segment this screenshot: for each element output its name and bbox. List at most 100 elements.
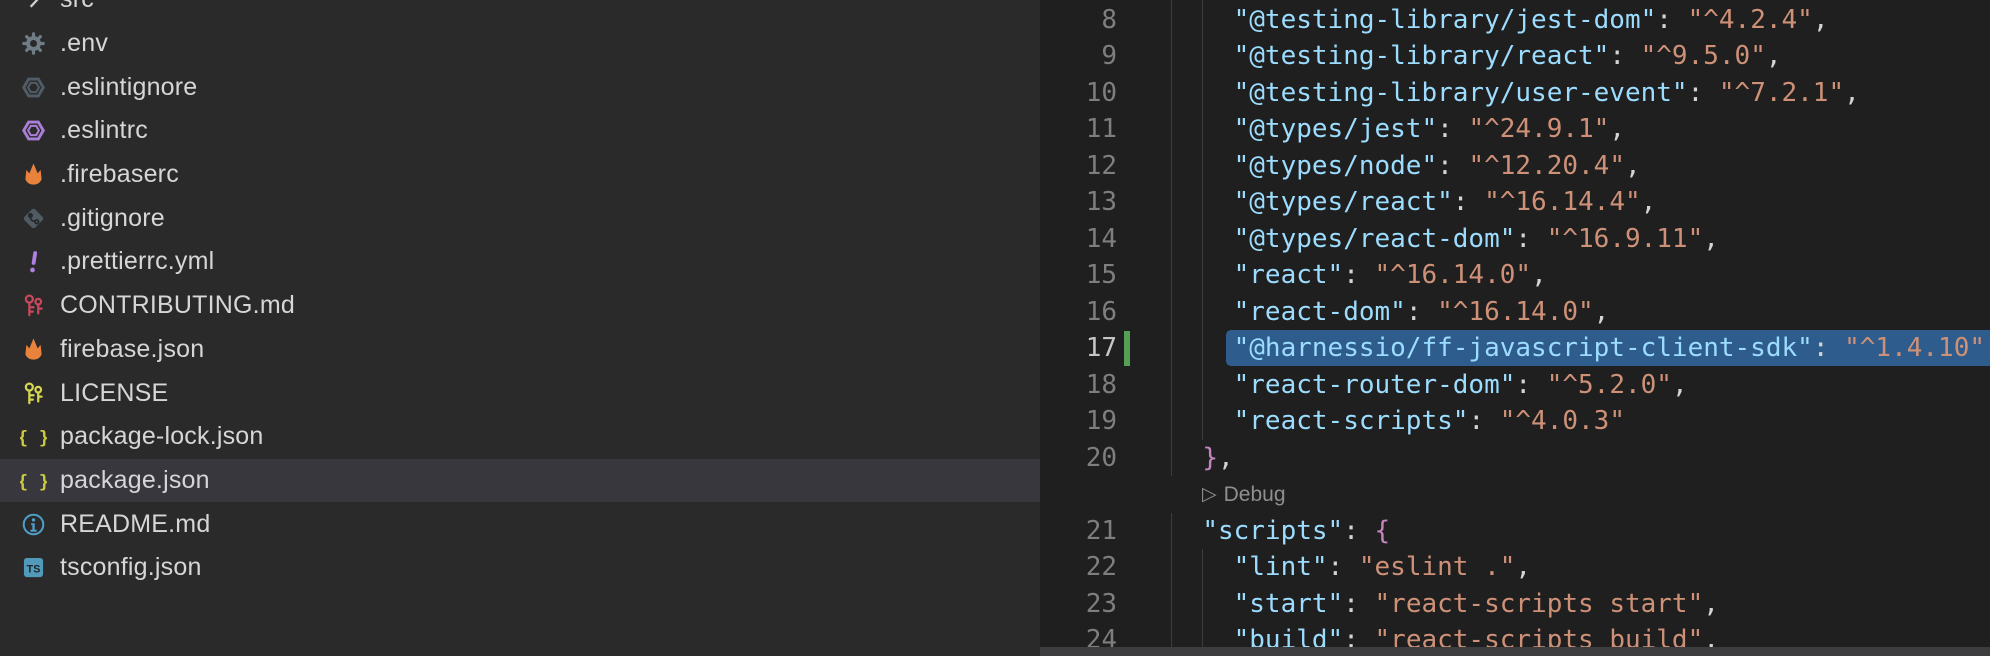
sidebar-item-package-lock-json[interactable]: { }package-lock.json [0, 415, 1040, 459]
play-outline-icon: ▷ [1202, 485, 1217, 504]
line-number: 15 [1040, 257, 1117, 294]
punctuation: , [1985, 333, 1990, 363]
sidebar-item-firebaserc[interactable]: .firebaserc [0, 153, 1040, 197]
sidebar-item-tsconfig-json[interactable]: TStsconfig.json [0, 546, 1040, 590]
json-key: "@types/node" [1234, 151, 1438, 181]
code-line-13[interactable]: 13 "@types/react": "^16.14.4", [1040, 184, 1990, 221]
json-string-value: "^1.4.10" [1844, 333, 1985, 363]
json-key: "@types/react-dom" [1234, 224, 1516, 254]
indent-guide [1171, 330, 1172, 367]
line-number: 12 [1040, 148, 1117, 185]
json-key: "lint" [1234, 552, 1328, 582]
code-line-23[interactable]: 23 "start": "react-scripts start", [1040, 586, 1990, 623]
code-line-9[interactable]: 9 "@testing-library/react": "^9.5.0", [1040, 38, 1990, 75]
braces-icon: { } [20, 467, 47, 494]
json-string-value: "^16.14.4" [1484, 187, 1641, 217]
code-line-12[interactable]: 12 "@types/node": "^12.20.4", [1040, 148, 1990, 185]
sidebar-item-gitignore[interactable]: .gitignore [0, 196, 1040, 240]
code-text: "@testing-library/jest-dom": "^4.2.4", [1171, 2, 1990, 39]
json-string-value: "^16.14.0" [1437, 297, 1594, 327]
file-label: .eslintignore [60, 73, 197, 102]
json-key: "@testing-library/react" [1234, 41, 1610, 71]
keys-icon [20, 380, 47, 407]
code-text: "react-router-dom": "^5.2.0", [1171, 367, 1990, 404]
json-string-value: "^4.0.3" [1500, 406, 1625, 436]
codelens-debug-link[interactable]: ▷Debug [1202, 483, 1286, 507]
gutter [1117, 294, 1171, 331]
sidebar-item-eslintignore[interactable]: .eslintignore [0, 65, 1040, 109]
svg-text:{ }: { } [20, 471, 47, 492]
indent-guide [1171, 440, 1172, 477]
code-line-22[interactable]: 22 "lint": "eslint .", [1040, 549, 1990, 586]
line-number: 14 [1040, 221, 1117, 258]
horizontal-scrollbar[interactable] [1040, 647, 1990, 656]
gutter [1117, 367, 1171, 404]
gutter [1117, 257, 1171, 294]
punctuation: : [1406, 297, 1437, 327]
braces-icon: { } [20, 423, 47, 450]
sidebar-item-src[interactable]: src [0, 0, 1040, 22]
punctuation: , [1703, 589, 1719, 619]
code-text: "@types/react": "^16.14.4", [1171, 184, 1990, 221]
sidebar-item-license[interactable]: LICENSE [0, 371, 1040, 415]
punctuation: , [1641, 187, 1657, 217]
sidebar-item-eslintrc[interactable]: .eslintrc [0, 109, 1040, 153]
indent-spaces [1171, 516, 1202, 546]
file-label: tsconfig.json [60, 553, 202, 582]
gear-icon [20, 30, 47, 57]
line-number: 22 [1040, 549, 1117, 586]
line-number: 18 [1040, 367, 1117, 404]
sidebar-item-package-json[interactable]: { }package.json [0, 459, 1040, 503]
code-line-14[interactable]: 14 "@types/react-dom": "^16.9.11", [1040, 221, 1990, 258]
indent-guide [1202, 549, 1203, 586]
gutter [1117, 184, 1171, 221]
code-line-18[interactable]: 18 "react-router-dom": "^5.2.0", [1040, 367, 1990, 404]
sidebar-item-firebase-json[interactable]: firebase.json [0, 328, 1040, 372]
info-icon [20, 511, 47, 538]
brace: } [1202, 443, 1218, 473]
gutter [1117, 440, 1171, 477]
code-text: "@types/jest": "^24.9.1", [1171, 111, 1990, 148]
flame-icon [20, 161, 47, 188]
indent-guide [1202, 367, 1203, 404]
json-key: "@types/react" [1234, 187, 1453, 217]
code-text: "@testing-library/react": "^9.5.0", [1171, 38, 1990, 75]
brace: { [1375, 516, 1391, 546]
json-string-value: "^16.9.11" [1547, 224, 1704, 254]
indent-guide [1202, 257, 1203, 294]
editor-pane[interactable]: 7 "@material-ui/icons": "^4.11.2",8 "@te… [1040, 0, 1990, 656]
git-added-indicator [1124, 331, 1130, 366]
code-line-17[interactable]: 17 "@harnessio/ff-javascript-client-sdk"… [1040, 330, 1990, 367]
sidebar-item-env[interactable]: .env [0, 22, 1040, 66]
json-string-value: "^5.2.0" [1547, 370, 1672, 400]
punctuation: : [1468, 406, 1499, 436]
line-number: 13 [1040, 184, 1117, 221]
code-line-10[interactable]: 10 "@testing-library/user-event": "^7.2.… [1040, 75, 1990, 112]
file-label: src [60, 0, 94, 14]
sidebar-item-readme-md[interactable]: README.md [0, 502, 1040, 546]
gutter [1117, 513, 1171, 550]
line-number: 9 [1040, 38, 1117, 75]
code-line-11[interactable]: 11 "@types/jest": "^24.9.1", [1040, 111, 1990, 148]
sidebar-item-contributing-md[interactable]: CONTRIBUTING.md [0, 284, 1040, 328]
gutter [1117, 2, 1171, 39]
file-label: LICENSE [60, 379, 168, 408]
punctuation: : [1656, 5, 1687, 35]
indent-guide [1171, 184, 1172, 221]
sidebar-item-prettierrc-yml[interactable]: .prettierrc.yml [0, 240, 1040, 284]
json-string-value: "eslint ." [1359, 552, 1516, 582]
file-label: README.md [60, 510, 210, 539]
code-line-16[interactable]: 16 "react-dom": "^16.14.0", [1040, 294, 1990, 331]
code-line-21[interactable]: 21 "scripts": { [1040, 513, 1990, 550]
indent-guide [1171, 111, 1172, 148]
line-number: 20 [1040, 440, 1117, 477]
line-number: 23 [1040, 586, 1117, 623]
code-line-20[interactable]: 20 }, [1040, 440, 1990, 477]
file-label: CONTRIBUTING.md [60, 291, 295, 320]
code-line-19[interactable]: 19 "react-scripts": "^4.0.3" [1040, 403, 1990, 440]
indent-guide [1202, 2, 1203, 39]
indent-spaces [1171, 443, 1202, 473]
code-line-15[interactable]: 15 "react": "^16.14.0", [1040, 257, 1990, 294]
code-line-8[interactable]: 8 "@testing-library/jest-dom": "^4.2.4", [1040, 2, 1990, 39]
punctuation: : [1437, 114, 1468, 144]
